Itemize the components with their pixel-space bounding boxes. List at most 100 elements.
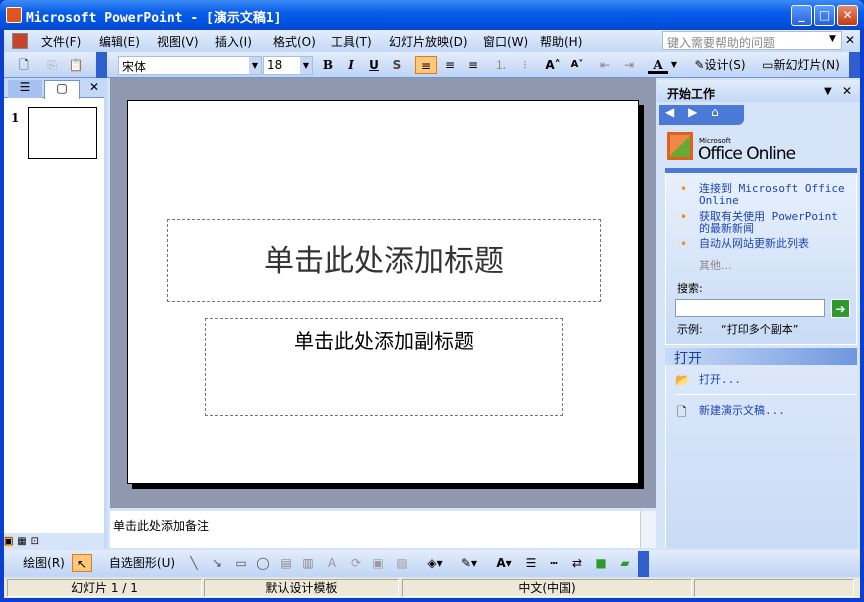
slide-canvas: 单击此处添加标题 单击此处添加副标题 <box>127 100 639 484</box>
line-icon[interactable]: ╲ <box>186 554 202 572</box>
rectangle-icon[interactable]: ▭ <box>232 554 250 572</box>
shrink-font-button[interactable]: A˅ <box>566 56 588 74</box>
font-size-select[interactable]: 18 ▼ <box>263 56 313 75</box>
link-powerpoint-news[interactable]: 获取有关使用 PowerPoint 的最新新闻 <box>699 211 849 235</box>
chevron-down-icon[interactable]: ▼ <box>300 57 312 74</box>
line-color-button[interactable]: ✎▾ <box>454 554 484 572</box>
new-icon[interactable]: 🗋 <box>16 56 32 74</box>
draw-menu-button[interactable]: 绘图(R) <box>14 554 74 572</box>
search-go-button[interactable]: ➔ <box>831 299 850 318</box>
menu-format[interactable]: 格式(O) <box>273 33 316 50</box>
italic-button[interactable]: I <box>342 56 360 74</box>
select-objects-button[interactable]: ↖ <box>72 554 92 572</box>
chevron-down-icon[interactable]: ▼ <box>824 86 832 97</box>
arrow-style-icon[interactable]: ⇄ <box>568 554 586 572</box>
help-search-input[interactable]: 键入需要帮助的问题 <box>662 31 842 50</box>
notes-scrollbar[interactable] <box>640 511 656 548</box>
bullet-icon: • <box>680 210 688 224</box>
tab-slides[interactable]: ▢ <box>44 80 80 99</box>
new-slide-label: 新幻灯片(N) <box>773 58 840 72</box>
textbox-icon[interactable]: ▤ <box>278 554 294 572</box>
toolbar-overflow[interactable] <box>96 52 107 78</box>
grow-font-button[interactable]: A˄ <box>542 56 564 74</box>
menu-window[interactable]: 窗口(W) <box>483 33 528 50</box>
office-online-label[interactable]: Office Online <box>698 144 796 164</box>
slide-sorter-button[interactable]: ▦ <box>17 536 26 547</box>
bullet-icon: • <box>680 182 688 196</box>
new-presentation-link[interactable]: 新建演示文稿... <box>699 405 785 417</box>
toolbar-overflow[interactable] <box>849 52 860 78</box>
fill-color-button[interactable]: ◈▾ <box>422 554 448 572</box>
more-link[interactable]: 其他... <box>699 257 732 273</box>
close-document-button[interactable]: ✕ <box>845 33 855 47</box>
bullets-button[interactable]: ⁝ <box>515 56 535 74</box>
shadow-button[interactable]: S <box>388 56 406 74</box>
slide-number: 1 <box>11 111 20 125</box>
bold-button[interactable]: B <box>319 56 337 74</box>
view-buttons: ▣ ▦ ⊡ <box>4 533 104 548</box>
decrease-indent-button[interactable]: ⇤ <box>595 56 615 74</box>
maximize-button[interactable]: □ <box>814 5 835 26</box>
copy-icon[interactable]: ⎘ <box>44 56 60 74</box>
open-link[interactable]: 打开... <box>699 374 741 386</box>
menu-insert[interactable]: 插入(I) <box>215 33 252 50</box>
font-name-select[interactable]: 宋体 ▼ <box>118 56 262 75</box>
design-label: 设计(S) <box>704 58 746 72</box>
increase-indent-button[interactable]: ⇥ <box>619 56 639 74</box>
font-color-draw-button[interactable]: A▾ <box>489 554 519 572</box>
close-task-pane-button[interactable]: ✕ <box>842 84 852 98</box>
font-color-button[interactable]: A <box>648 56 668 74</box>
diagram-icon[interactable]: ⟳ <box>348 554 364 572</box>
home-icon[interactable]: ⌂ <box>711 105 719 119</box>
link-auto-update[interactable]: 自动从网站更新此列表 <box>699 238 854 250</box>
menu-edit[interactable]: 编辑(E) <box>99 33 140 50</box>
minimize-button[interactable]: _ <box>791 5 812 26</box>
subtitle-placeholder[interactable]: 单击此处添加副标题 <box>205 318 563 416</box>
menu-view[interactable]: 视图(V) <box>157 33 199 50</box>
close-pane-button[interactable]: ✕ <box>89 80 99 94</box>
shadow-style-icon[interactable]: ■ <box>592 554 610 572</box>
menu-help[interactable]: 帮助(H) <box>540 33 582 50</box>
autoshapes-button[interactable]: 自选图形(U) <box>103 554 181 572</box>
clipart-icon[interactable]: ▣ <box>370 554 386 572</box>
forward-icon[interactable]: ▶ <box>688 105 697 119</box>
picture-icon[interactable]: ▨ <box>394 554 410 572</box>
3d-style-icon[interactable]: ▰ <box>616 554 634 572</box>
title-placeholder[interactable]: 单击此处添加标题 <box>167 219 601 302</box>
menu-file[interactable]: 文件(F) <box>41 33 81 50</box>
document-icon[interactable] <box>12 33 28 49</box>
align-right-button[interactable]: ≡ <box>463 56 483 74</box>
back-icon[interactable]: ◀ <box>665 105 674 119</box>
paste-icon[interactable]: 📋 <box>68 56 84 74</box>
design-button[interactable]: ✎设计(S) <box>688 56 752 74</box>
window-title: Microsoft PowerPoint - [演示文稿1] <box>26 11 282 26</box>
tab-outline[interactable]: ☰ <box>8 80 42 98</box>
align-left-button[interactable]: ≡ <box>415 56 437 74</box>
task-pane-nav: ◀ ▶ ⌂ <box>659 105 744 125</box>
arrow-icon[interactable]: ↘ <box>209 554 225 572</box>
oval-icon[interactable]: ◯ <box>254 554 272 572</box>
chevron-down-icon[interactable]: ▼ <box>249 57 261 74</box>
menu-tools[interactable]: 工具(T) <box>331 33 372 50</box>
powerpoint-icon[interactable] <box>6 7 22 23</box>
line-style-icon[interactable]: ☰ <box>522 554 540 572</box>
align-center-button[interactable]: ≡ <box>440 56 460 74</box>
wordart-icon[interactable]: A <box>324 554 340 572</box>
normal-view-button[interactable]: ▣ <box>4 536 14 547</box>
toolbar-overflow[interactable] <box>638 551 649 577</box>
slideshow-button[interactable]: ⊡ <box>31 536 39 547</box>
new-slide-button[interactable]: ▭新幻灯片(N) <box>756 56 846 74</box>
chevron-down-icon[interactable]: ▼ <box>669 56 679 74</box>
chevron-down-icon[interactable]: ▼ <box>829 34 836 44</box>
close-button[interactable]: ✕ <box>837 5 858 26</box>
underline-button[interactable]: U <box>365 56 383 74</box>
notes-pane[interactable]: 单击此处添加备注 <box>110 511 656 548</box>
search-input[interactable] <box>675 299 825 317</box>
slide-thumbnail[interactable] <box>28 107 97 159</box>
vertical-textbox-icon[interactable]: ▥ <box>300 554 316 572</box>
dash-style-icon[interactable]: ┅ <box>545 554 563 572</box>
menu-slideshow[interactable]: 幻灯片放映(D) <box>389 33 468 50</box>
numbering-button[interactable]: ⒈ <box>491 56 511 74</box>
link-connect-office-online[interactable]: 连接到 Microsoft Office Online <box>699 183 849 207</box>
font-name-value: 宋体 <box>122 60 147 74</box>
